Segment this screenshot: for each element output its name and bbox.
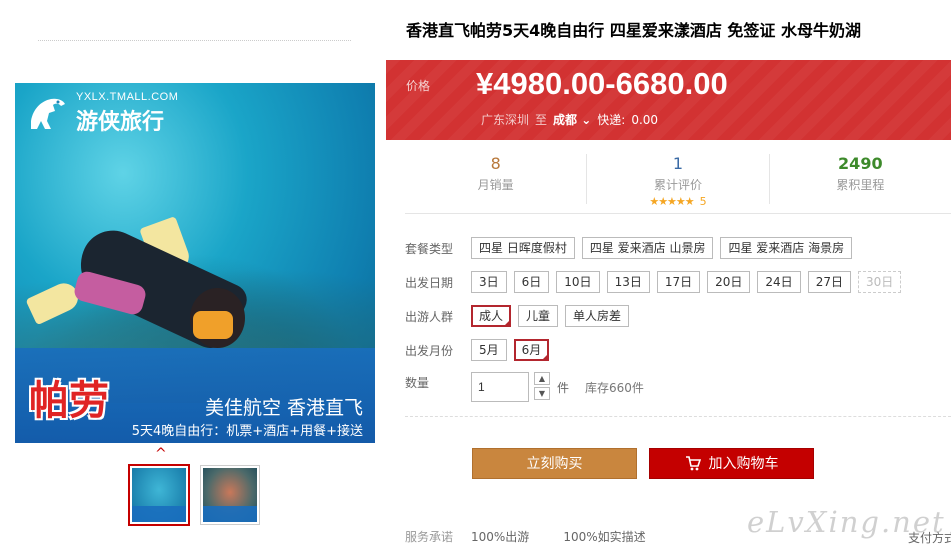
quantity-label: 数量: [405, 376, 430, 390]
stock-count: 库存660件: [585, 381, 644, 395]
package-option[interactable]: 四星 爱来酒店 山景房: [581, 237, 714, 259]
mileage-num: 2490: [838, 154, 883, 173]
service-item: 100%出游: [471, 530, 530, 544]
ship-origin: 广东深圳: [481, 113, 530, 127]
stats-bar: 8 月销量 1 累计评价 ★★★★★ 5 2490 累积里程: [405, 148, 951, 214]
month-row: 出发月份 5月 6月: [405, 339, 556, 361]
banner-airline: 美佳航空 香港直飞: [204, 397, 363, 419]
date-option[interactable]: 13日: [606, 271, 650, 293]
horse-logo-icon: [25, 91, 70, 133]
brand-logo: YXLX.TMALL.COM 游侠旅行: [25, 91, 178, 136]
mileage-label: 累积里程: [836, 178, 885, 192]
month-option[interactable]: 5月: [471, 339, 507, 361]
monthly-sales-label: 月销量: [477, 178, 514, 192]
ship-fee: 0.00: [631, 112, 659, 127]
price-label: 价格: [406, 79, 431, 93]
crowd-label: 出游人群: [405, 309, 454, 324]
stat-mileage: 2490 累积里程: [770, 154, 951, 204]
rating-stars: ★★★★★ 5: [649, 195, 707, 208]
destination-title: 帕劳: [29, 378, 109, 424]
shipping-row: 广东深圳 至 成都 ⌄ 快递: 0.00: [481, 111, 658, 128]
package-option[interactable]: 四星 日晖度假村: [471, 237, 575, 259]
package-row: 套餐类型 四星 日晖度假村 四星 爱来酒店 山景房 四星 爱来酒店 海景房: [405, 237, 859, 259]
left-divider: [38, 40, 351, 41]
stat-reviews[interactable]: 1 累计评价 ★★★★★ 5: [587, 154, 770, 208]
reviews-label: 累计评价: [653, 178, 702, 192]
product-title: 香港直飞帕劳5天4晚自由行 四星爱来漾酒店 免签证 水母牛奶湖: [406, 21, 861, 40]
package-option[interactable]: 四星 爱来酒店 海景房: [720, 237, 853, 259]
crowd-option[interactable]: 单人房差: [565, 305, 630, 327]
quantity-row: 数量 1 ▲ ▼ 件 库存660件: [405, 372, 644, 402]
date-option[interactable]: 20日: [707, 271, 751, 293]
stat-monthly-sales: 8 月销量: [405, 154, 588, 204]
date-option[interactable]: 24日: [757, 271, 801, 293]
date-label: 出发日期: [405, 275, 454, 290]
crowd-option-selected[interactable]: 成人: [471, 305, 512, 327]
service-item: 100%如实描述: [563, 530, 646, 544]
thumbnail-1[interactable]: [128, 464, 190, 526]
month-label: 出发月份: [405, 343, 454, 358]
service-row: 服务承诺 100%出游 100%如实描述: [405, 528, 680, 545]
service-label: 服务承诺: [405, 530, 454, 544]
quantity-stepper: ▲ ▼: [534, 372, 550, 402]
chevron-down-icon: ⌄: [581, 113, 592, 127]
package-label: 套餐类型: [405, 241, 454, 256]
monthly-sales-num: 8: [490, 154, 501, 173]
date-option[interactable]: 6日: [513, 271, 550, 293]
crowd-row: 出游人群 成人 儿童 单人房差: [405, 305, 636, 327]
price-panel: 价格 ¥4980.00-6680.00 广东深圳 至 成都 ⌄ 快递: 0.00: [386, 60, 951, 140]
rating-score: 5: [699, 195, 707, 208]
product-page: YXLX.TMALL.COM 游侠旅行 帕劳 美佳航空 香港直飞 5天4晚自由行…: [0, 0, 951, 556]
month-option-selected[interactable]: 6月: [513, 339, 550, 361]
date-option-disabled: 30日: [857, 271, 902, 293]
logo-name: 游侠旅行: [76, 110, 165, 135]
crowd-option[interactable]: 儿童: [518, 305, 559, 327]
decrease-icon[interactable]: ▼: [534, 387, 550, 400]
quantity-unit: 件: [557, 381, 570, 395]
thumb-pointer-icon: ^: [155, 446, 167, 462]
ship-city-select[interactable]: 成都 ⌄: [553, 111, 591, 128]
add-to-cart-button[interactable]: 加入购物车: [649, 448, 814, 479]
cart-icon: [685, 452, 701, 483]
reviews-num: 1: [672, 154, 684, 173]
thumbnail-2[interactable]: [200, 465, 260, 525]
ship-fee-label: 快递:: [597, 113, 626, 127]
watermark: eLvXing.net: [747, 505, 946, 539]
diver-mask: [193, 311, 233, 339]
date-row: 出发日期 3日 6日 10日 13日 17日 20日 24日 27日 30日: [405, 271, 908, 293]
price-value: ¥4980.00-6680.00: [476, 66, 728, 101]
add-to-cart-label: 加入购物车: [708, 456, 779, 472]
quantity-input[interactable]: 1: [471, 372, 529, 402]
date-option[interactable]: 3日: [471, 271, 507, 293]
date-option[interactable]: 10日: [556, 271, 600, 293]
buy-now-button[interactable]: 立刻购买: [472, 448, 637, 479]
date-option[interactable]: 27日: [807, 271, 851, 293]
increase-icon[interactable]: ▲: [534, 372, 550, 385]
banner-package: 5天4晚自由行：机票+酒店+用餐+接送: [131, 424, 363, 439]
main-product-image[interactable]: YXLX.TMALL.COM 游侠旅行 帕劳 美佳航空 香港直飞 5天4晚自由行…: [15, 83, 375, 443]
action-divider: [405, 416, 951, 417]
logo-url: YXLX.TMALL.COM: [76, 91, 179, 103]
ship-to: 至: [535, 113, 548, 127]
date-option[interactable]: 17日: [656, 271, 701, 293]
